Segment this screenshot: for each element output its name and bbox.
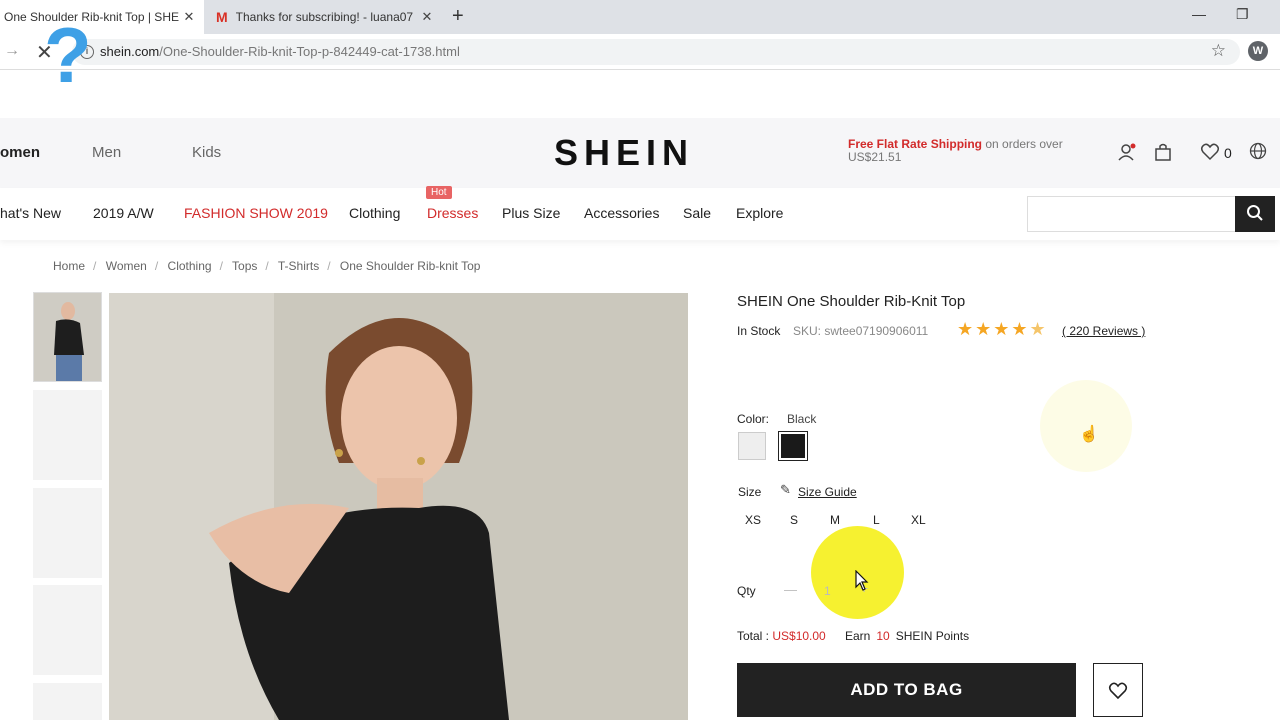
color-swatch-white[interactable] [738,432,766,460]
heart-icon [1108,682,1128,700]
minimize-icon[interactable]: — [1192,6,1206,22]
breadcrumb-tshirts[interactable]: T-Shirts [278,259,319,273]
globe-icon[interactable] [1249,142,1267,165]
url-text: shein.com/One-Shoulder-Rib-knit-Top-p-84… [100,44,460,59]
breadcrumb-tops[interactable]: Tops [232,259,257,273]
product-thumbnail[interactable] [33,585,102,675]
close-icon[interactable]: ✕ [180,9,198,25]
category-women[interactable]: omen [0,144,40,161]
tab-title: Thanks for subscribing! - luana07 [235,10,414,24]
points-info: Earn 10 SHEIN Points [845,629,970,643]
tab-gmail[interactable]: M Thanks for subscribing! - luana07 ✕ [206,0,442,34]
shein-logo[interactable]: SHEIN [554,132,694,174]
shopping-bag-icon[interactable] [1153,142,1173,167]
product-main-image[interactable] [109,293,688,720]
browser-tabbar: One Shoulder Rib-knit Top | SHEI ✕ M Tha… [0,0,1280,34]
size-option-m[interactable]: M [830,513,840,527]
search-button[interactable] [1235,196,1275,232]
total-price: Total : US$10.00 [737,629,826,643]
qty-decrease-button[interactable]: — [784,582,797,597]
nav-explore[interactable]: Explore [736,205,783,221]
size-option-s[interactable]: S [790,513,798,527]
breadcrumb: Home / Women / Clothing / Tops / T-Shirts / O… [53,259,481,273]
stock-status: In Stock [737,324,781,338]
nav-clothing[interactable]: Clothing [349,205,400,221]
gmail-icon: M [216,9,228,25]
add-to-wishlist-button[interactable] [1093,663,1143,717]
color-swatch-black[interactable] [778,431,808,461]
qty-label: Qty [737,584,756,598]
address-bar: → ✕ i shein.com/One-Shoulder-Rib-knit-To… [0,34,1280,70]
nav-fashion-show[interactable]: FASHION SHOW 2019 [184,205,328,221]
color-label: Color: [737,412,770,426]
breadcrumb-home[interactable]: Home [53,259,85,273]
nav-2019-aw[interactable]: 2019 A/W [93,205,154,221]
cursor-arrow-icon [855,569,869,597]
category-kids[interactable]: Kids [192,144,221,161]
site-header: omen Men Kids SHEIN Free Flat Rate Shipp… [0,118,1280,188]
forward-icon[interactable]: → [4,42,20,60]
hand-cursor-icon: ☝ [1079,426,1099,443]
wishlist-count: 0 [1224,145,1232,161]
product-sku: SKU: swtee07190906011 [793,324,929,338]
account-icon[interactable] [1117,142,1137,167]
pencil-ruler-icon: ✎ [780,482,791,497]
product-thumbnail[interactable] [33,390,102,480]
new-tab-button[interactable]: + [452,5,464,28]
nav-sale[interactable]: Sale [683,205,711,221]
profile-avatar[interactable]: W [1248,41,1268,61]
size-guide-link[interactable]: Size Guide [798,485,857,499]
url-field[interactable]: i shein.com/One-Shoulder-Rib-knit-Top-p-… [72,39,1240,65]
tab-product[interactable]: One Shoulder Rib-knit Top | SHEI ✕ [0,0,204,34]
nav-accessories[interactable]: Accessories [584,205,659,221]
size-label: Size [738,485,762,499]
nav-dresses[interactable]: Dresses [427,205,478,221]
restore-icon[interactable]: ❐ [1236,6,1249,23]
main-nav: hat's New 2019 A/W FASHION SHOW 2019 Clo… [0,186,1280,240]
rating-stars-icon: ★★★★★ [957,319,1048,339]
question-mark-icon: ? [44,11,92,99]
tab-title: One Shoulder Rib-knit Top | SHEI [4,10,180,24]
search-input[interactable] [1027,196,1235,232]
reviews-link[interactable]: ( 220 Reviews ) [1062,324,1145,338]
wishlist-heart-icon[interactable] [1200,142,1220,167]
close-icon[interactable]: ✕ [418,9,436,25]
product-title: SHEIN One Shoulder Rib-Knit Top [737,293,966,310]
search-icon [1247,205,1263,221]
size-option-l[interactable]: L [873,513,880,527]
product-thumbnail[interactable] [33,488,102,578]
size-option-xs[interactable]: XS [745,513,761,527]
breadcrumb-clothing[interactable]: Clothing [168,259,212,273]
nav-plus-size[interactable]: Plus Size [502,205,560,221]
hot-badge: Hot [426,186,452,199]
breadcrumb-current: One Shoulder Rib-knit Top [339,259,481,273]
product-thumbnail[interactable] [33,292,102,382]
color-value: Black [787,412,817,426]
category-men[interactable]: Men [92,144,121,161]
product-thumbnail[interactable] [33,683,102,720]
breadcrumb-women[interactable]: Women [106,259,147,273]
qty-input[interactable]: 1 [824,584,831,598]
size-option-xl[interactable]: XL [911,513,926,527]
add-to-bag-button[interactable]: ADD TO BAG [737,663,1076,717]
nav-whats-new[interactable]: hat's New [0,205,61,221]
shipping-banner[interactable]: Free Flat Rate Shipping on orders over U… [848,138,1078,164]
bookmark-star-icon[interactable]: ☆ [1211,41,1226,61]
